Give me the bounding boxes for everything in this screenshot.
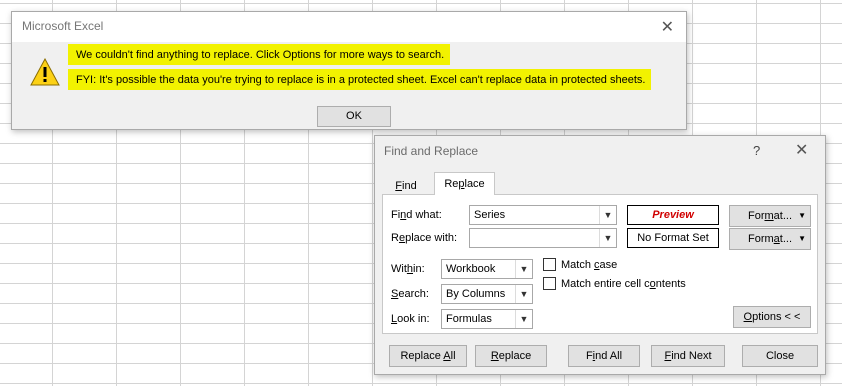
chevron-down-icon: ▼ xyxy=(798,234,806,243)
find-format-button[interactable]: Format... ▼ xyxy=(729,205,811,227)
replace-panel: Find what: Series ▼ Preview Format... ▼ R… xyxy=(382,194,818,334)
chevron-down-icon[interactable]: ▼ xyxy=(599,229,616,247)
match-case-checkbox[interactable] xyxy=(543,258,556,271)
message-box-title: Microsoft Excel xyxy=(22,19,104,33)
search-select[interactable]: By Columns ▼ xyxy=(441,284,533,304)
search-value: By Columns xyxy=(446,288,506,300)
tab-replace[interactable]: Replace xyxy=(434,172,495,195)
look-in-select[interactable]: Formulas ▼ xyxy=(441,309,533,329)
replace-button[interactable]: Replace xyxy=(475,345,547,367)
message-box-titlebar: Microsoft Excel ✕ xyxy=(12,12,686,42)
options-button[interactable]: Options < < xyxy=(733,306,811,328)
warning-icon xyxy=(30,58,60,86)
message-line-2: FYI: It's possible the data you're tryin… xyxy=(68,69,652,90)
replace-format-button[interactable]: Format... ▼ xyxy=(729,228,811,250)
chevron-down-icon: ▼ xyxy=(798,211,806,220)
no-format-set-box: No Format Set xyxy=(627,228,719,248)
message-line-1: We couldn't find anything to replace. Cl… xyxy=(68,44,451,65)
find-replace-dialog: Find and Replace ? ✕ Find Replace Find w… xyxy=(374,135,826,375)
close-button[interactable]: Close xyxy=(742,345,818,367)
within-label: Within: xyxy=(391,263,425,275)
look-in-label: Look in: xyxy=(391,313,430,325)
match-entire-label[interactable]: Match entire cell contents xyxy=(561,278,686,290)
look-in-value: Formulas xyxy=(446,313,492,325)
within-value: Workbook xyxy=(446,263,496,275)
help-icon[interactable]: ? xyxy=(753,143,760,158)
find-what-value: Series xyxy=(474,209,506,221)
replace-with-label: Replace with: xyxy=(391,232,458,244)
chevron-down-icon[interactable]: ▼ xyxy=(599,206,616,224)
chevron-down-icon[interactable]: ▼ xyxy=(515,260,532,278)
replace-with-input[interactable]: ▼ xyxy=(469,228,617,248)
within-select[interactable]: Workbook ▼ xyxy=(441,259,533,279)
excel-message-box: Microsoft Excel ✕ We couldn't find anyth… xyxy=(11,11,687,130)
chevron-down-icon[interactable]: ▼ xyxy=(515,310,532,328)
chevron-down-icon[interactable]: ▼ xyxy=(515,285,532,303)
find-what-label: Find what: xyxy=(391,209,442,221)
close-icon[interactable]: ✕ xyxy=(795,142,808,158)
find-replace-title: Find and Replace xyxy=(384,144,479,158)
match-entire-checkbox[interactable] xyxy=(543,277,556,290)
match-case-label[interactable]: Match case xyxy=(561,259,617,271)
tab-find[interactable]: Find xyxy=(385,176,427,196)
replace-all-button[interactable]: Replace All xyxy=(389,345,467,367)
format-preview: Preview xyxy=(627,205,719,225)
find-all-button[interactable]: Find All xyxy=(568,345,640,367)
find-next-button[interactable]: Find Next xyxy=(651,345,725,367)
find-what-input[interactable]: Series ▼ xyxy=(469,205,617,225)
close-icon[interactable]: ✕ xyxy=(661,19,674,35)
find-replace-titlebar: Find and Replace ? ✕ xyxy=(375,136,825,164)
search-label: Search: xyxy=(391,288,429,300)
ok-button[interactable]: OK xyxy=(317,106,391,127)
